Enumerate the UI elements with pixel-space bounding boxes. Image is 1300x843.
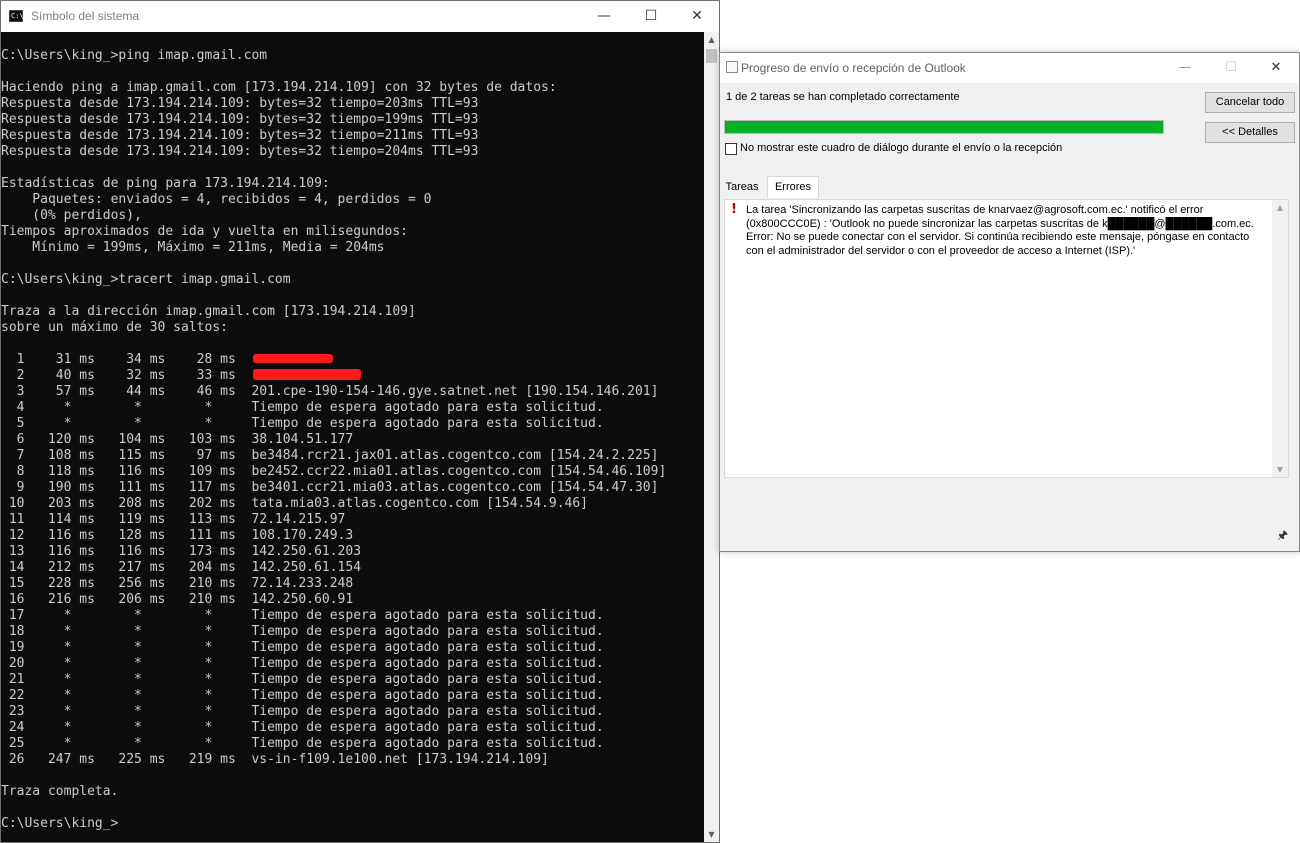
console-line: 10 203 ms 208 ms 202 ms tata.mia03.atlas… (1, 496, 588, 511)
console-line: 7 108 ms 115 ms 97 ms be3484.rcr21.jax01… (1, 448, 659, 463)
error-message: La tarea 'Sincronizando las carpetas sus… (746, 204, 1254, 257)
console-line: 6 120 ms 104 ms 103 ms 38.104.51.177 (1, 432, 354, 447)
console-line: 17 * * * Tiempo de espera agotado para e… (1, 608, 604, 623)
console-line: 16 216 ms 206 ms 210 ms 142.250.60.91 (1, 592, 354, 607)
cmd-scrollbar[interactable]: ▲ ▼ (704, 32, 719, 842)
console-line: Haciendo ping a imap.gmail.com [173.194.… (1, 80, 557, 95)
dont-show-checkbox-label[interactable]: No mostrar este cuadro de diálogo durant… (740, 142, 1062, 154)
exclamation-icon: ! (731, 202, 737, 217)
console-line: Respuesta desde 173.194.214.109: bytes=3… (1, 112, 479, 127)
console-line: 18 * * * Tiempo de espera agotado para e… (1, 624, 604, 639)
dialog-close-button[interactable]: ✕ (1253, 53, 1299, 83)
console-line: C:\Users\king_>tracert imap.gmail.com (1, 272, 291, 287)
console-line: Traza completa. (1, 784, 119, 799)
progress-fill (725, 121, 1163, 133)
pushpin-icon[interactable]: 🖈 (1277, 526, 1288, 547)
dont-show-checkbox[interactable] (725, 143, 737, 155)
console-line: Respuesta desde 173.194.214.109: bytes=3… (1, 144, 479, 159)
console-line: 3 57 ms 44 ms 46 ms 201.cpe-190-154-146.… (1, 384, 659, 399)
console-text: C:\Users\king_>ping imap.gmail.com Hacien… (1, 48, 666, 832)
console-line: 13 116 ms 116 ms 173 ms 142.250.61.203 (1, 544, 362, 559)
console-line: 19 * * * Tiempo de espera agotado para e… (1, 640, 604, 655)
console-line: 21 * * * Tiempo de espera agotado para e… (1, 672, 604, 687)
console-line: 25 * * * Tiempo de espera agotado para e… (1, 736, 604, 751)
cmd-close-button[interactable]: ✕ (674, 1, 720, 32)
console-line: C:\Users\king_> (1, 816, 119, 831)
outlook-icon (726, 61, 738, 73)
console-line: 26 247 ms 225 ms 219 ms vs-in-f109.1e100… (1, 752, 549, 767)
console-line: 20 * * * Tiempo de espera agotado para e… (1, 656, 604, 671)
console-line: Estadísticas de ping para 173.194.214.10… (1, 176, 330, 191)
console-line: (0% perdidos), (1, 208, 142, 223)
console-line: 1 31 ms 34 ms 28 ms (1, 352, 236, 367)
console-line: Mínimo = 199ms, Máximo = 211ms, Media = … (1, 240, 385, 255)
console-line: sobre un máximo de 30 saltos: (1, 320, 228, 335)
cmd-window: C:\. Símbolo del sistema — ☐ ✕ C:\Users\… (0, 0, 720, 843)
cmd-minimize-button[interactable]: — (581, 1, 627, 32)
console-line: 4 * * * Tiempo de espera agotado para es… (1, 400, 604, 415)
console-line: 23 * * * Tiempo de espera agotado para e… (1, 704, 604, 719)
tab-errores[interactable]: Errores (767, 176, 819, 198)
details-button[interactable]: << Detalles (1205, 122, 1295, 143)
console-line: Respuesta desde 173.194.214.109: bytes=3… (1, 96, 479, 111)
console-line: 8 118 ms 116 ms 109 ms be2452.ccr22.mia0… (1, 464, 667, 479)
console-output[interactable]: C:\Users\king_>ping imap.gmail.com Hacien… (1, 32, 704, 842)
console-line: 24 * * * Tiempo de espera agotado para e… (1, 720, 604, 735)
console-line: 9 190 ms 111 ms 117 ms be3401.ccr21.mia0… (1, 480, 659, 495)
console-line: 22 * * * Tiempo de espera agotado para e… (1, 688, 604, 703)
dialog-maximize-button: ☐ (1225, 60, 1237, 75)
console-line: Respuesta desde 173.194.214.109: bytes=3… (1, 128, 479, 143)
scroll-thumb[interactable] (706, 49, 717, 63)
scroll-down-arrow-icon[interactable]: ▼ (1272, 462, 1288, 477)
console-icon: C:\. (9, 10, 28, 22)
scroll-up-arrow-icon[interactable]: ▲ (704, 32, 719, 47)
scroll-up-arrow-icon[interactable]: ▲ (1272, 200, 1288, 215)
console-line: 5 * * * Tiempo de espera agotado para es… (1, 416, 604, 431)
console-line: C:\Users\king_>ping imap.gmail.com (1, 48, 268, 63)
cmd-titlebar[interactable]: C:\. Símbolo del sistema — ☐ ✕ (1, 1, 719, 32)
console-line: 14 212 ms 217 ms 204 ms 142.250.61.154 (1, 560, 362, 575)
scroll-down-arrow-icon[interactable]: ▼ (704, 827, 719, 842)
dialog-title: Progreso de envío o recepción de Outlook (741, 61, 966, 75)
dialog-titlebar[interactable]: Progreso de envío o recepción de Outlook… (720, 53, 1299, 83)
tab-tareas[interactable]: Tareas (723, 177, 761, 197)
cmd-maximize-button[interactable]: ☐ (628, 1, 674, 32)
outlook-progress-dialog: Progreso de envío o recepción de Outlook… (719, 52, 1300, 552)
dialog-minimize-button[interactable]: — (1162, 53, 1208, 83)
status-text: 1 de 2 tareas se han completado correcta… (726, 91, 960, 103)
errors-list[interactable]: ! La tarea 'Sincronizando las carpetas s… (724, 199, 1289, 478)
cmd-title: Símbolo del sistema (31, 9, 140, 23)
console-line: Tiempos aproximados de ida y vuelta en m… (1, 224, 408, 239)
console-line: 11 114 ms 119 ms 113 ms 72.14.215.97 (1, 512, 346, 527)
console-line: 12 116 ms 128 ms 111 ms 108.170.249.3 (1, 528, 354, 543)
progress-bar (724, 120, 1164, 134)
redaction-mark (253, 369, 361, 380)
console-line: Paquetes: enviados = 4, recibidos = 4, p… (1, 192, 432, 207)
redaction-mark (253, 354, 333, 363)
cancel-all-button[interactable]: Cancelar todo (1205, 92, 1295, 113)
console-line: Traza a la dirección imap.gmail.com [173… (1, 304, 416, 319)
console-line: 15 228 ms 256 ms 210 ms 72.14.233.248 (1, 576, 354, 591)
errors-scrollbar[interactable]: ▲ ▼ (1272, 200, 1288, 477)
